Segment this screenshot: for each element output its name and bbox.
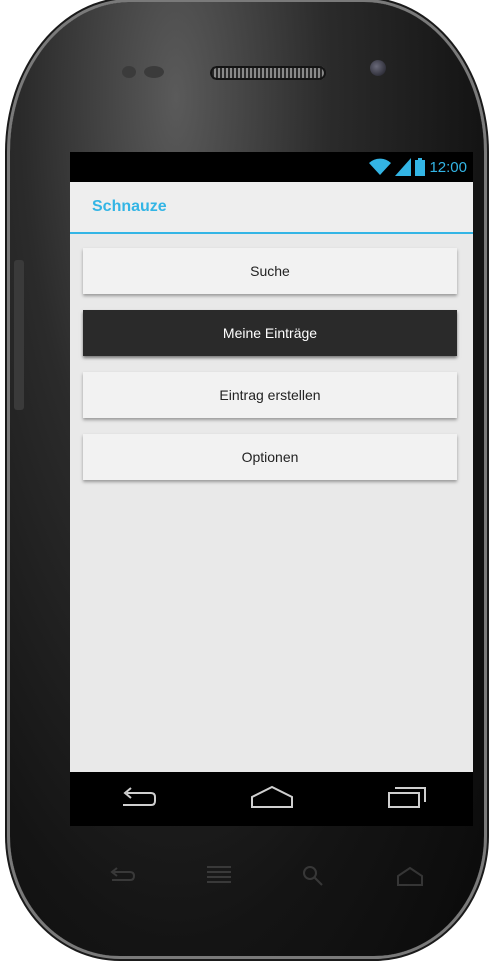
light-sensor — [144, 66, 164, 78]
search-icon[interactable] — [302, 865, 324, 892]
front-camera — [370, 60, 386, 76]
status-bar: 12:00 — [70, 152, 473, 182]
wifi-icon — [369, 158, 392, 176]
hardware-keys — [70, 858, 460, 898]
options-button[interactable]: Optionen — [83, 434, 457, 480]
main-menu: Suche Meine Einträge Eintrag erstellen O… — [83, 248, 457, 496]
back-icon[interactable] — [117, 785, 157, 814]
search-button[interactable]: Suche — [83, 248, 457, 294]
screen: 12:00 Schnauze Suche Meine Einträge Eint… — [70, 152, 473, 826]
volume-key — [14, 260, 24, 410]
back-icon[interactable] — [106, 866, 136, 891]
home-icon[interactable] — [395, 865, 425, 892]
app-title: Schnauze — [92, 198, 167, 215]
home-icon[interactable] — [250, 785, 294, 814]
action-bar: Schnauze — [70, 182, 473, 234]
recent-apps-icon[interactable] — [387, 785, 427, 814]
navigation-bar — [70, 772, 473, 826]
phone-device: 12:00 Schnauze Suche Meine Einträge Eint… — [10, 2, 484, 956]
signal-icon — [395, 158, 412, 176]
create-entry-button[interactable]: Eintrag erstellen — [83, 372, 457, 418]
battery-icon — [415, 158, 426, 176]
proximity-sensor — [122, 66, 136, 78]
earpiece-speaker — [210, 66, 326, 80]
status-time: 12:00 — [429, 158, 467, 176]
my-entries-button[interactable]: Meine Einträge — [83, 310, 457, 356]
menu-icon[interactable] — [206, 865, 231, 892]
